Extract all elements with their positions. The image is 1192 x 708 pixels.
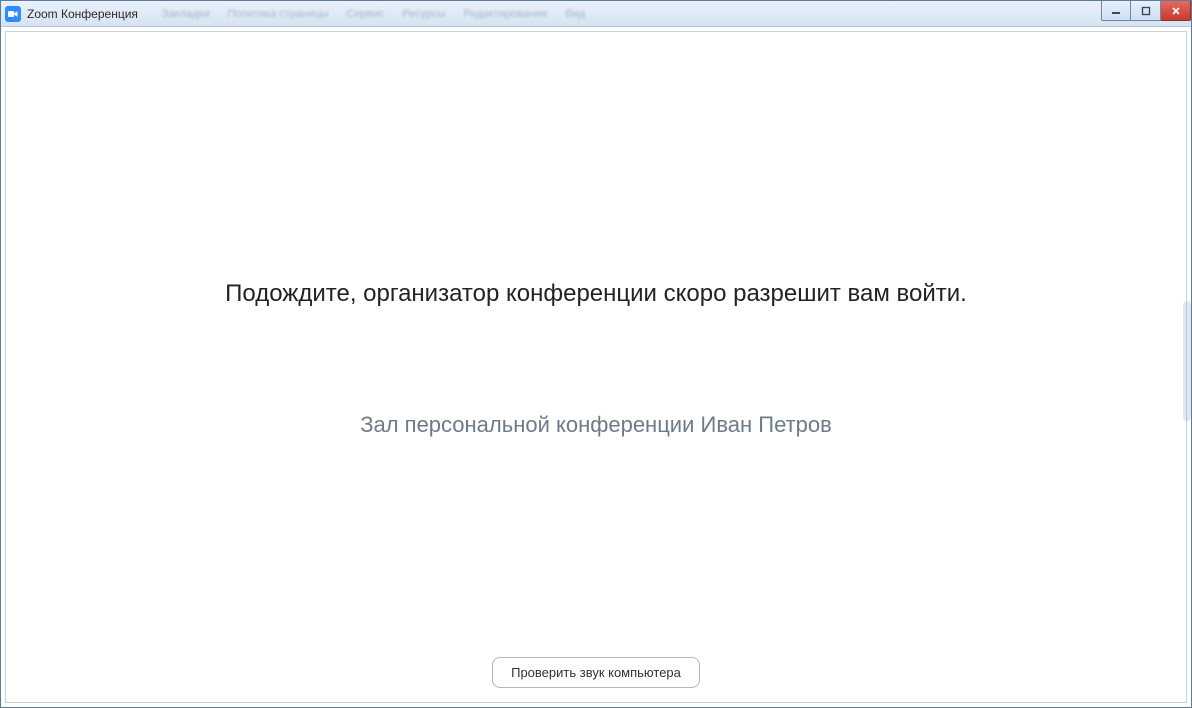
window-title: Zoom Конференция: [27, 7, 138, 21]
close-button[interactable]: [1161, 1, 1191, 21]
menu-item: Ресурсы: [402, 8, 445, 20]
menu-item: Редактирование: [464, 8, 548, 20]
window-controls: [1101, 1, 1191, 21]
menu-item: Закладки: [162, 8, 210, 20]
zoom-app-icon: [5, 6, 21, 22]
maximize-button[interactable]: [1131, 1, 1161, 21]
app-window: Zoom Конференция Закладки Политика стран…: [0, 0, 1192, 708]
meeting-room-name: Зал персональной конференции Иван Петров: [360, 412, 832, 438]
waiting-room-panel: Подождите, организатор конференции скоро…: [5, 31, 1187, 703]
minimize-button[interactable]: [1101, 1, 1131, 21]
waiting-message: Подождите, организатор конференции скоро…: [225, 280, 967, 308]
titlebar-left: Zoom Конференция: [5, 6, 138, 22]
menu-item: Сервис: [346, 8, 384, 20]
menu-item: Политика страницы: [228, 8, 329, 20]
background-menu: Закладки Политика страницы Сервис Ресурс…: [162, 8, 585, 20]
titlebar: Zoom Конференция Закладки Политика стран…: [1, 1, 1191, 27]
menu-item: Вид: [565, 8, 585, 20]
scrollbar-hint: [1183, 301, 1191, 421]
bottom-controls: Проверить звук компьютера: [6, 657, 1186, 688]
test-audio-button[interactable]: Проверить звук компьютера: [492, 657, 700, 688]
